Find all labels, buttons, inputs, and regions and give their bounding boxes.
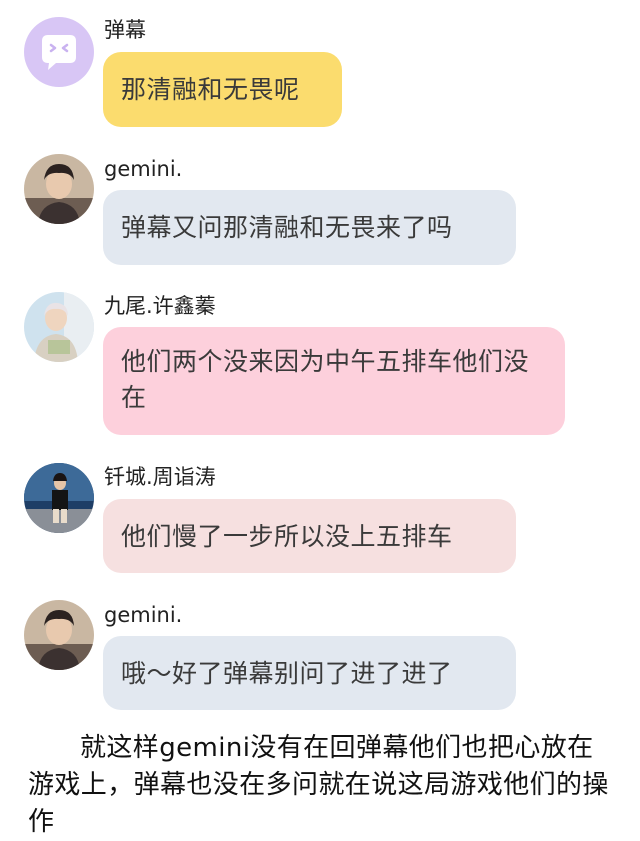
user-avatar[interactable] (24, 600, 94, 670)
username: 九尾.许鑫蓁 (104, 294, 216, 318)
user-photo-avatar (24, 600, 94, 670)
user-photo-avatar (24, 154, 94, 224)
message-bubble: 弹幕又问那清融和无畏来了吗 (103, 190, 516, 265)
message-bubble: 那清融和无畏呢 (103, 52, 342, 127)
message-bubble: 他们两个没来因为中午五排车他们没在 (103, 327, 565, 435)
username: 弹幕 (104, 18, 146, 42)
user-avatar[interactable] (24, 292, 94, 362)
message-bubble: 哦～好了弹幕别问了进了进了 (103, 636, 516, 710)
user-photo-avatar (24, 463, 94, 533)
username: gemini. (104, 603, 183, 627)
user-avatar[interactable] (24, 154, 94, 224)
user-avatar[interactable] (24, 463, 94, 533)
narration-text: 就这样gemini没有在回弹幕他们也把心放在游戏上，弹幕也没在多问就在说这局游戏… (28, 733, 609, 837)
username: gemini. (104, 157, 183, 181)
danmu-avatar[interactable] (24, 17, 94, 87)
username: 钎城.周诣涛 (104, 465, 216, 489)
message-bubble: 他们慢了一步所以没上五排车 (103, 499, 516, 573)
danmu-chat-icon (24, 17, 94, 87)
user-photo-avatar (24, 292, 94, 362)
